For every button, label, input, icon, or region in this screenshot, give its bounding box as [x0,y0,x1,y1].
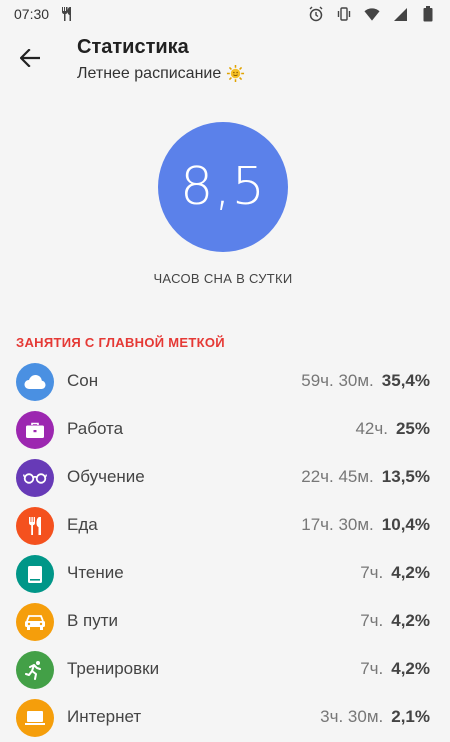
schedule-subtitle[interactable]: Летнее расписание [77,64,245,83]
activity-label: Тренировки [67,659,160,678]
wifi-icon [364,6,380,22]
status-time: 07:30 [14,6,50,22]
car-icon [25,614,45,630]
activity-time: 17ч. 30м. [301,515,374,534]
activity-stats: 3ч. 30м. 2,1% [320,707,430,727]
activity-label: В пути [67,611,119,630]
list-item[interactable]: В пути 7ч. 4,2% [0,598,450,646]
activity-time: 7ч. [360,563,384,582]
activity-icon-badge [16,459,54,497]
activity-label: Работа [67,419,124,438]
list-item[interactable]: Еда 17ч. 30м. 10,4% [0,502,450,550]
status-left: 07:30 [14,6,75,22]
running-icon [25,661,41,680]
activity-stats: 59ч. 30м. 35,4% [301,371,430,391]
list-item[interactable]: Тренировки 7ч. 4,2% [0,646,450,694]
list-item[interactable]: Обучение 22ч. 45м. 13,5% [0,454,450,502]
activity-icon-badge [16,363,54,401]
activity-percent: 4,2% [391,563,430,582]
list-item[interactable]: Работа 42ч. 25% [0,406,450,454]
list-item[interactable]: Чтение 7ч. 4,2% [0,550,450,598]
activity-stats: 17ч. 30м. 10,4% [301,515,430,535]
activity-stats: 7ч. 4,2% [360,659,430,679]
battery-icon [420,6,436,22]
activity-percent: 35,4% [381,371,430,390]
activity-stats: 22ч. 45м. 13,5% [301,467,430,487]
activity-percent: 13,5% [381,467,430,486]
fork-knife-icon [29,517,41,535]
cloud-icon [24,375,46,389]
page-title: Статистика [77,36,189,58]
activity-percent: 2,1% [391,707,430,726]
sun-icon [226,64,245,83]
list-item[interactable]: Сон 59ч. 30м. 35,4% [0,358,450,406]
activity-label: Обучение [67,467,145,486]
briefcase-icon [26,422,44,438]
signal-icon [392,6,408,22]
activity-icon-badge [16,411,54,449]
activity-percent: 4,2% [391,659,430,678]
back-button[interactable] [12,40,48,76]
sleep-hours-value: 8,5 [180,157,266,217]
activity-icon-badge [16,699,54,737]
sleep-summary-circle: 8,5 [158,122,288,252]
activity-time: 7ч. [360,611,384,630]
activity-time: 22ч. 45м. [301,467,374,486]
alarm-icon [308,6,324,22]
activity-stats: 42ч. 25% [355,419,430,439]
book-icon [28,565,42,583]
activity-time: 59ч. 30м. [301,371,374,390]
sleep-hours-caption: ЧАСОВ СНА В СУТКИ [153,271,293,286]
activity-stats: 7ч. 4,2% [360,611,430,631]
status-right [308,6,436,22]
activity-label: Интернет [67,707,142,726]
activity-icon-badge [16,603,54,641]
vibrate-icon [336,6,352,22]
fork-knife-icon [59,6,75,22]
activity-time: 3ч. 30м. [320,707,384,726]
activity-stats: 7ч. 4,2% [360,563,430,583]
activity-label: Чтение [67,563,124,582]
list-item[interactable]: Интернет 3ч. 30м. 2,1% [0,694,450,742]
activity-list: Сон 59ч. 30м. 35,4% Работа 42ч. 25% Обуч… [0,358,450,742]
section-title: ЗАНЯТИЯ С ГЛАВНОЙ МЕТКОЙ [16,335,225,350]
activity-percent: 25% [395,419,430,438]
app-header: Статистика Летнее расписание [0,28,450,92]
activity-icon-badge [16,651,54,689]
glasses-icon [23,473,47,484]
activity-label: Еда [67,515,98,534]
laptop-icon [25,711,45,725]
activity-icon-badge [16,555,54,593]
activity-percent: 4,2% [391,611,430,630]
activity-time: 7ч. [360,659,384,678]
arrow-left-icon [20,49,40,67]
activity-icon-badge [16,507,54,545]
activity-percent: 10,4% [381,515,430,534]
activity-time: 42ч. [355,419,388,438]
activity-label: Сон [67,371,99,390]
schedule-name: Летнее расписание [77,64,222,82]
status-bar: 07:30 [0,0,450,28]
